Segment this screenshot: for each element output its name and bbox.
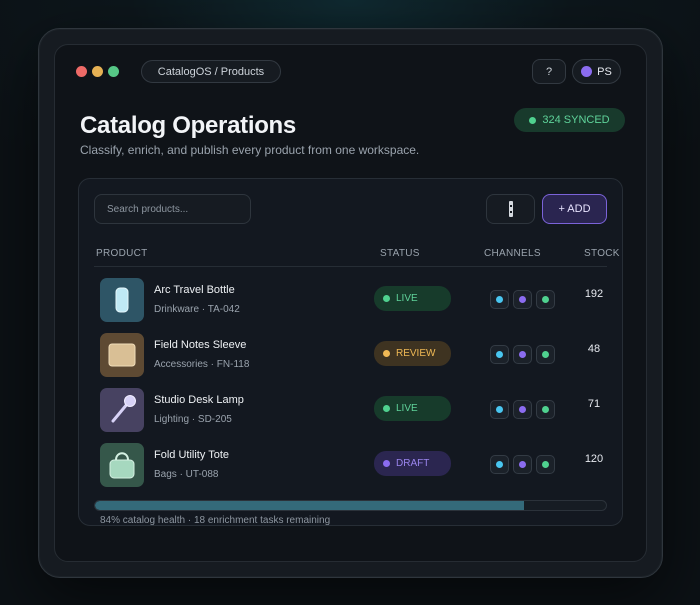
table-row[interactable]: Arc Travel Bottle Drinkware · TA-042 LIV… bbox=[0, 276, 700, 331]
bottle-icon bbox=[100, 278, 144, 322]
status-badge: LIVE bbox=[374, 396, 451, 421]
table-row[interactable]: Studio Desk Lamp Lighting · SD-205 LIVE … bbox=[0, 386, 700, 441]
breadcrumb[interactable]: CatalogOS / Products bbox=[141, 60, 281, 83]
web-channel-icon[interactable] bbox=[490, 455, 509, 474]
web-channel-icon[interactable] bbox=[490, 345, 509, 364]
tote-bag-icon bbox=[100, 443, 144, 487]
user-menu-button[interactable]: PS bbox=[572, 59, 621, 84]
status-label: LIVE bbox=[396, 293, 418, 304]
product-thumbnail bbox=[100, 388, 144, 432]
help-button[interactable]: ? bbox=[532, 59, 566, 84]
status-dot-icon bbox=[383, 460, 390, 467]
sync-status-label: 324 SYNCED bbox=[542, 114, 610, 126]
page-title: Catalog Operations bbox=[80, 112, 296, 139]
maximize-window-button[interactable] bbox=[108, 66, 119, 77]
status-badge: REVIEW bbox=[374, 341, 451, 366]
page-subtitle: Classify, enrich, and publish every prod… bbox=[80, 143, 420, 157]
status-dot-icon bbox=[383, 405, 390, 412]
product-name[interactable]: Fold Utility Tote bbox=[154, 449, 229, 461]
filter-icon bbox=[508, 201, 513, 217]
stock-count: 120 bbox=[584, 453, 604, 465]
avatar bbox=[581, 66, 593, 77]
notebook-icon bbox=[100, 333, 144, 377]
catalog-health-caption: 84% catalog health · 18 enrichment tasks… bbox=[100, 515, 331, 526]
close-window-button[interactable] bbox=[76, 66, 87, 77]
column-header-channels[interactable]: CHANNELS bbox=[484, 248, 541, 259]
status-badge: LIVE bbox=[374, 286, 451, 311]
product-name[interactable]: Field Notes Sleeve bbox=[154, 339, 246, 351]
pos-channel-icon[interactable] bbox=[536, 345, 555, 364]
web-channel-icon[interactable] bbox=[490, 290, 509, 309]
product-thumbnail bbox=[100, 278, 144, 322]
search-input[interactable] bbox=[94, 194, 251, 224]
marketplace-channel-icon[interactable] bbox=[513, 400, 532, 419]
sync-status-dot-icon bbox=[529, 116, 537, 124]
status-badge: DRAFT bbox=[374, 451, 451, 476]
column-header-product[interactable]: PRODUCT bbox=[96, 248, 148, 259]
user-initials: PS bbox=[597, 65, 612, 78]
product-meta: Bags · UT-088 bbox=[154, 469, 219, 480]
catalog-health-progress-fill bbox=[95, 501, 525, 510]
status-label: LIVE bbox=[396, 403, 418, 414]
minimize-window-button[interactable] bbox=[92, 66, 103, 77]
marketplace-channel-icon[interactable] bbox=[513, 345, 532, 364]
sync-status-badge: 324 SYNCED bbox=[514, 108, 625, 132]
marketplace-channel-icon[interactable] bbox=[513, 290, 532, 309]
catalog-health-progress-bar bbox=[94, 500, 607, 511]
product-thumbnail bbox=[100, 443, 144, 487]
stock-count: 71 bbox=[587, 398, 601, 410]
pos-channel-icon[interactable] bbox=[536, 455, 555, 474]
marketplace-channel-icon[interactable] bbox=[513, 455, 532, 474]
pos-channel-icon[interactable] bbox=[536, 400, 555, 419]
product-meta: Lighting · SD-205 bbox=[154, 414, 232, 425]
web-channel-icon[interactable] bbox=[490, 400, 509, 419]
product-name[interactable]: Studio Desk Lamp bbox=[154, 394, 244, 406]
stock-count: 192 bbox=[584, 288, 604, 300]
product-meta: Drinkware · TA-042 bbox=[154, 304, 240, 315]
status-label: REVIEW bbox=[396, 348, 436, 359]
stock-count: 48 bbox=[587, 343, 601, 355]
column-header-status[interactable]: STATUS bbox=[380, 248, 420, 259]
product-meta: Accessories · FN-118 bbox=[154, 359, 250, 370]
table-header-divider bbox=[94, 266, 607, 267]
pos-channel-icon[interactable] bbox=[536, 290, 555, 309]
product-thumbnail bbox=[100, 333, 144, 377]
product-name[interactable]: Arc Travel Bottle bbox=[154, 284, 235, 296]
filter-button[interactable] bbox=[486, 194, 535, 224]
column-header-stock[interactable]: STOCK bbox=[584, 248, 620, 259]
status-dot-icon bbox=[383, 350, 390, 357]
lamp-icon bbox=[100, 388, 144, 432]
status-label: DRAFT bbox=[396, 458, 430, 469]
table-row[interactable]: Fold Utility Tote Bags · UT-088 DRAFT 12… bbox=[0, 441, 700, 496]
table-row[interactable]: Field Notes Sleeve Accessories · FN-118 … bbox=[0, 331, 700, 386]
add-product-button[interactable]: + ADD bbox=[542, 194, 607, 224]
status-dot-icon bbox=[383, 295, 390, 302]
